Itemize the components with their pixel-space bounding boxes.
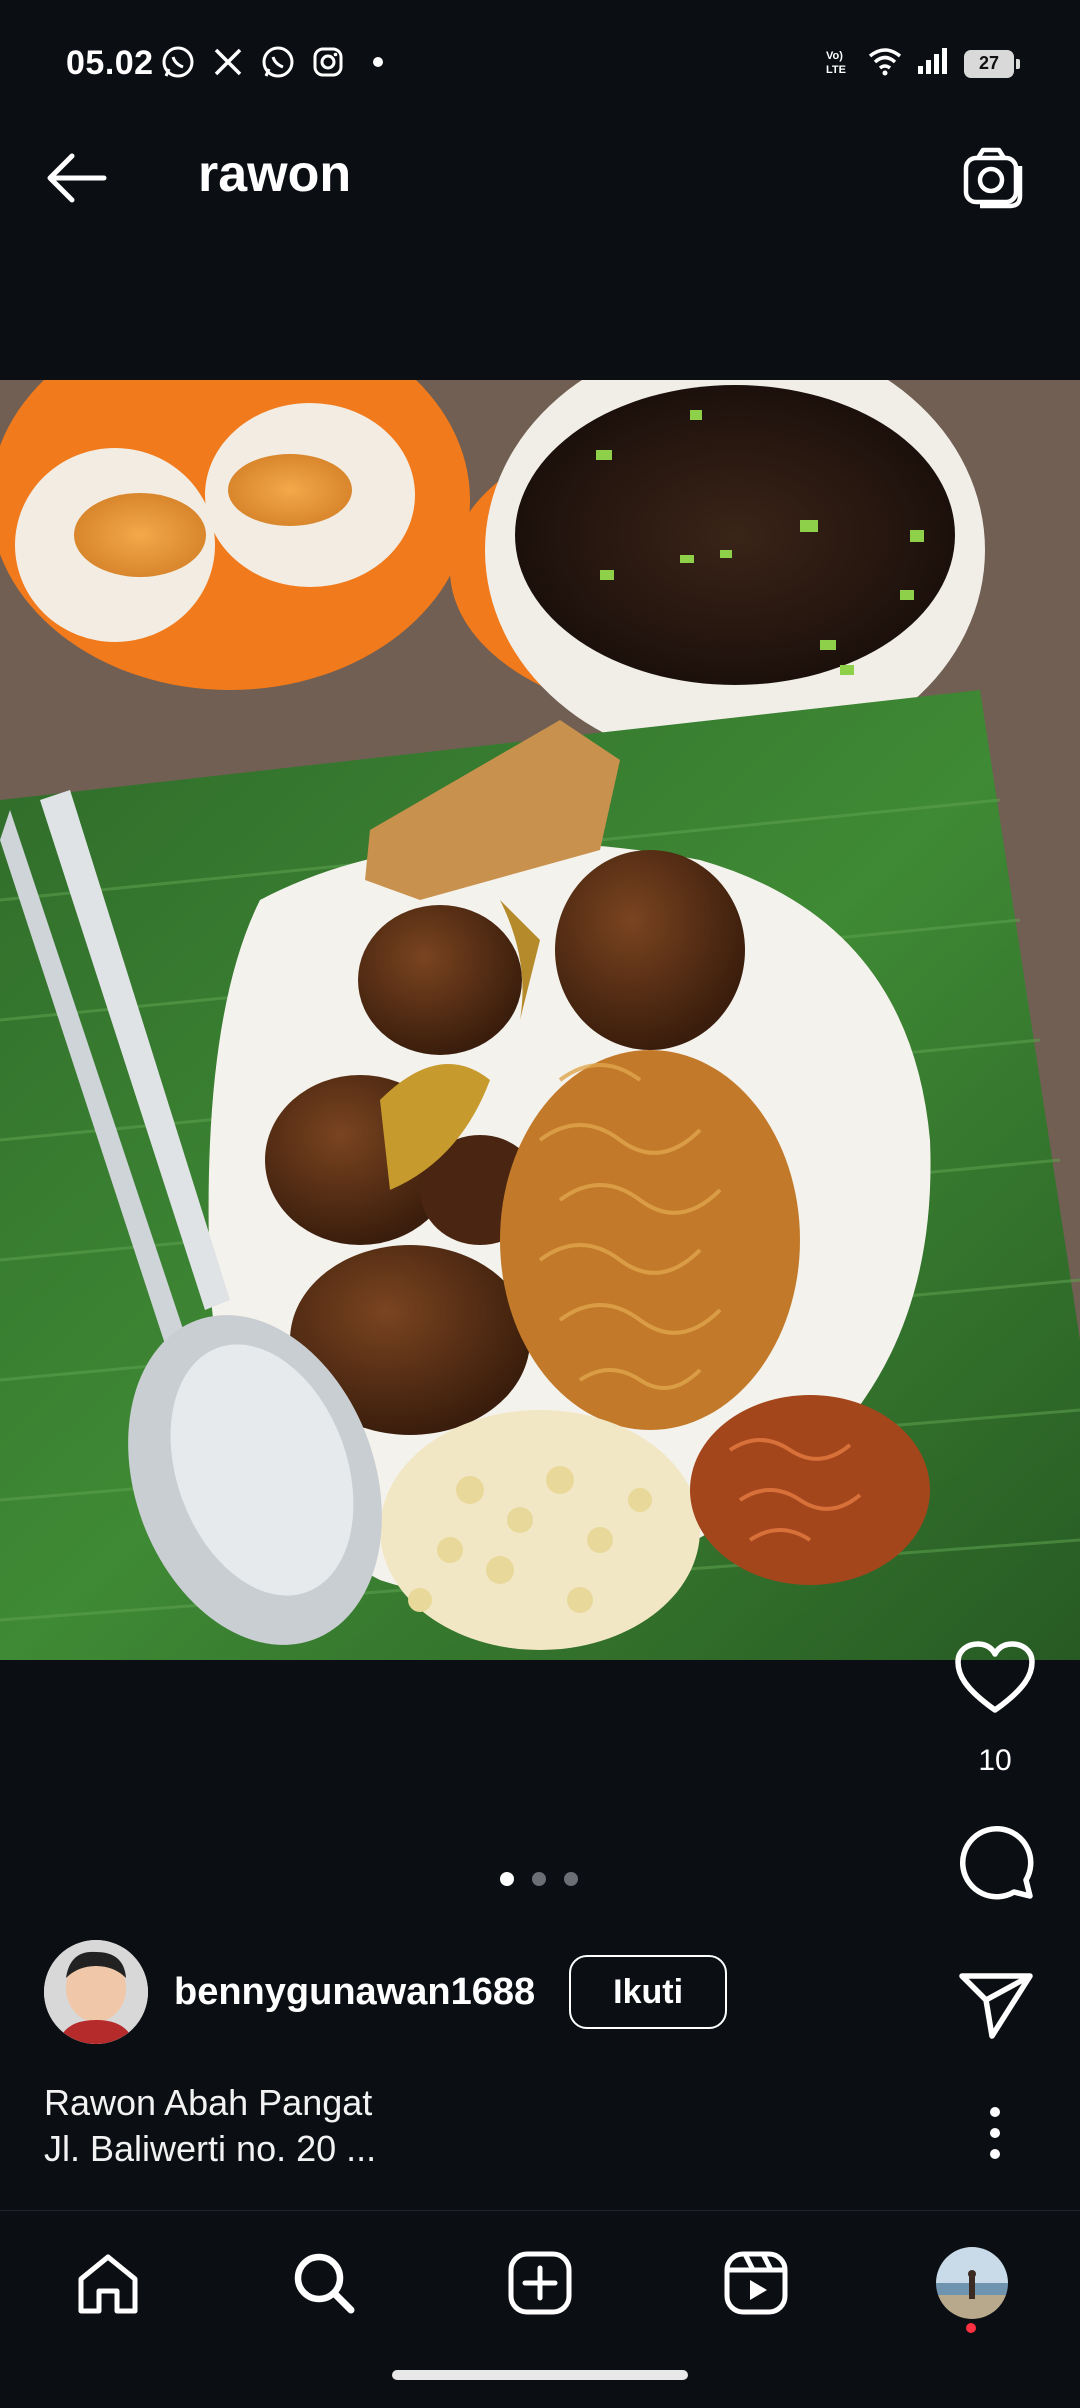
post-author-row: bennygunawan1688 Ikuti (44, 1940, 728, 2044)
x-icon (210, 44, 246, 80)
carousel-dot (532, 1872, 546, 1886)
status-app-icons (160, 44, 396, 80)
volte-icon: Vo) LTE (824, 46, 854, 81)
svg-text:LTE: LTE (826, 64, 846, 76)
back-arrow-icon[interactable] (44, 150, 108, 206)
author-username[interactable]: bennygunawan1688 (174, 1971, 535, 2014)
signal-icon (916, 46, 950, 81)
whatsapp-icon (260, 44, 296, 80)
more-options-icon[interactable] (972, 2100, 1018, 2166)
instagram-icon (310, 44, 346, 80)
follow-button[interactable]: Ikuti (569, 1955, 728, 2029)
status-time: 05.02 (66, 44, 154, 82)
notification-dot-icon (360, 44, 396, 80)
search-icon[interactable] (288, 2247, 360, 2319)
page-title: rawon (198, 145, 352, 203)
post-image[interactable] (0, 380, 1080, 1660)
home-icon[interactable] (72, 2247, 144, 2319)
comment-icon[interactable] (956, 1822, 1034, 1900)
top-bar: rawon (0, 100, 1080, 350)
author-avatar[interactable] (44, 1940, 148, 2044)
wifi-icon (868, 46, 902, 81)
carousel-dot (500, 1872, 514, 1886)
whatsapp-icon (160, 44, 196, 80)
status-indicators: Vo) LTE 27 (824, 46, 1020, 81)
camera-icon[interactable] (962, 144, 1028, 210)
reels-icon[interactable] (720, 2247, 792, 2319)
caption-line: Jl. Baliwerti no. 20 ... (44, 2128, 377, 2169)
profile-avatar[interactable] (936, 2247, 1008, 2319)
battery-icon: 27 (964, 49, 1020, 78)
status-bar: 05.02 Vo) LTE 27 (0, 0, 1080, 100)
carousel-dot (564, 1872, 578, 1886)
notification-badge (966, 2323, 976, 2333)
svg-text:Vo): Vo) (826, 50, 843, 62)
create-post-icon[interactable] (504, 2247, 576, 2319)
like-count[interactable]: 10 (910, 1744, 1080, 1778)
heart-icon[interactable] (954, 1640, 1036, 1716)
share-send-icon[interactable] (958, 1970, 1034, 2040)
post-caption[interactable]: Rawon Abah Pangat Jl. Baliwerti no. 20 .… (44, 2080, 376, 2172)
carousel-indicator (500, 1872, 578, 1886)
home-gesture-bar[interactable] (392, 2370, 688, 2380)
caption-line: Rawon Abah Pangat (44, 2082, 373, 2123)
